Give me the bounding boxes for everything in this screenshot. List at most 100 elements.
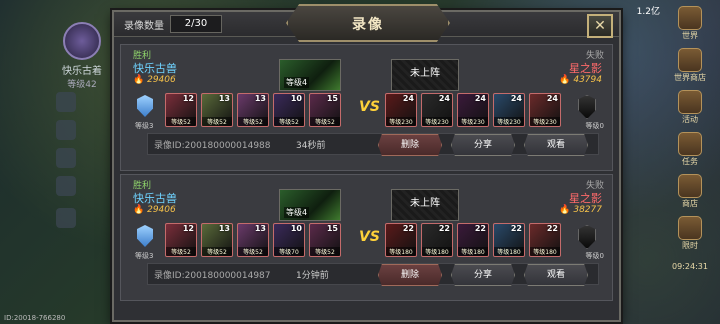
hero-card[interactable]: 22 等级180 [421,223,453,257]
hero-star-count: 24 [474,94,486,103]
shield-icon [578,225,596,249]
left-player-panel[interactable]: 快乐古着 等级42 [52,22,112,90]
replay-id: 录像ID:200180000014988 [154,141,271,151]
hero-level: 等级180 [422,247,452,256]
menu-item-icon [678,216,702,240]
side-menu-icon[interactable] [56,148,76,168]
shield-icon [137,225,153,247]
menu-item-label: 世界 [682,31,698,40]
left-player-name: 快乐古兽 [133,62,177,75]
replay-info-bar: 录像ID:200180000014988 34秒前 删除 分享 观看 [147,133,599,156]
menu-item[interactable]: 商店 [668,174,712,209]
player-id-label: ID:20018-766280 [4,314,66,322]
menu-item-label: 任务 [682,157,698,166]
hero-card[interactable]: 13 等级52 [201,223,233,257]
left-power-value: 29406 [147,205,176,215]
close-button[interactable]: ✕ [587,14,613,38]
not-deployed-slot: 未上阵 [391,189,459,221]
left-power-value: 29406 [147,75,176,85]
left-level: 等级3 [135,252,154,260]
hero-card[interactable]: 10 等级52 [273,93,305,127]
hero-card[interactable]: 12 等级52 [165,223,197,257]
share-button[interactable]: 分享 [451,264,515,286]
hero-card[interactable]: 12 等级52 [165,93,197,127]
hero-card[interactable]: 24 等级230 [457,93,489,127]
hero-star-count: 24 [402,94,414,103]
left-panel-sub: 等级42 [67,80,97,90]
menu-item[interactable]: 活动 [668,90,712,125]
hero-card[interactable]: 13 等级52 [237,223,269,257]
replay-info-bar: 录像ID:200180000014987 1分钟前 删除 分享 观看 [147,263,599,286]
hero-level: 等级52 [202,117,232,126]
hero-card[interactable]: 24 等级230 [529,93,561,127]
left-power: 🔥 29406 [133,205,176,215]
hero-card[interactable]: 15 等级52 [309,93,341,127]
replay-time-ago: 1分钟前 [296,271,329,281]
beast-portrait: 等级4 [279,59,341,91]
hero-card[interactable]: 22 等级180 [385,223,417,257]
hero-star-count: 13 [218,224,230,233]
right-power-value: 38277 [573,205,602,215]
share-button[interactable]: 分享 [451,134,515,156]
hero-card[interactable]: 24 等级230 [493,93,525,127]
replay-card: 胜利 失败 快乐古兽 星之影 🔥 29406 🔥 38277 等级4 未上阵 V… [120,174,613,301]
menu-item-icon [678,48,702,72]
hero-level: 等级70 [274,247,304,256]
left-level: 等级3 [135,122,154,130]
menu-item[interactable]: 任务 [668,132,712,167]
hero-card[interactable]: 22 等级180 [493,223,525,257]
not-deployed-slot: 未上阵 [391,59,459,91]
hero-level: 等级180 [386,247,416,256]
flame-icon: 🔥 [133,75,145,85]
hero-star-count: 22 [438,224,450,233]
side-menu-icon[interactable] [56,92,76,112]
right-power: 🔥 43794 [559,75,602,85]
beast-portrait: 等级4 [279,189,341,221]
replay-time-ago: 34秒前 [296,141,326,151]
guild-emblem-icon [63,22,101,60]
side-menu-icon[interactable] [56,208,76,228]
menu-item-label: 世界商店 [674,73,706,82]
hero-level: 等级230 [458,117,488,126]
hero-star-count: 22 [546,224,558,233]
hero-card[interactable]: 13 等级52 [237,93,269,127]
beast-level: 等级4 [284,77,310,88]
vs-label: VS [359,99,380,115]
shield-icon [578,95,596,119]
watch-button[interactable]: 观看 [524,134,588,156]
hero-card[interactable]: 24 等级230 [385,93,417,127]
menu-item[interactable]: 世界 [668,6,712,41]
right-player-name: 星之影 [569,192,602,205]
menu-item[interactable]: 限时 [668,216,712,251]
hero-card[interactable]: 24 等级230 [421,93,453,127]
right-player-name: 星之影 [569,62,602,75]
vs-label: VS [359,229,380,245]
menu-item-icon [678,6,702,30]
hero-star-count: 15 [326,94,338,103]
hero-star-count: 24 [546,94,558,103]
replay-count-value: 2/30 [170,15,222,33]
hero-card[interactable]: 13 等级52 [201,93,233,127]
side-menu-icon[interactable] [56,120,76,140]
hero-card[interactable]: 22 等级180 [457,223,489,257]
side-menu-icon[interactable] [56,176,76,196]
left-power: 🔥 29406 [133,75,176,85]
hero-star-count: 24 [438,94,450,103]
hero-level: 等级180 [494,247,524,256]
replay-panel: 录像数量 2/30 录像 ✕ 胜利 失败 快乐古兽 星之影 🔥 29406 🔥 … [112,4,621,322]
left-panel-name: 快乐古着 [62,66,102,77]
hero-card[interactable]: 10 等级70 [273,223,305,257]
hero-star-count: 13 [254,94,266,103]
currency-display: 1.2亿 [636,7,660,17]
delete-button[interactable]: 删除 [378,134,442,156]
delete-button[interactable]: 删除 [378,264,442,286]
hero-card[interactable]: 15 等级52 [309,223,341,257]
menu-item[interactable]: 世界商店 [668,48,712,83]
hero-card[interactable]: 22 等级180 [529,223,561,257]
right-level: 等级0 [585,122,604,130]
menu-item-icon [678,174,702,198]
replay-card: 胜利 失败 快乐古兽 星之影 🔥 29406 🔥 43794 等级4 未上阵 V… [120,44,613,171]
hero-level: 等级180 [458,247,488,256]
watch-button[interactable]: 观看 [524,264,588,286]
menu-item-label: 商店 [682,199,698,208]
